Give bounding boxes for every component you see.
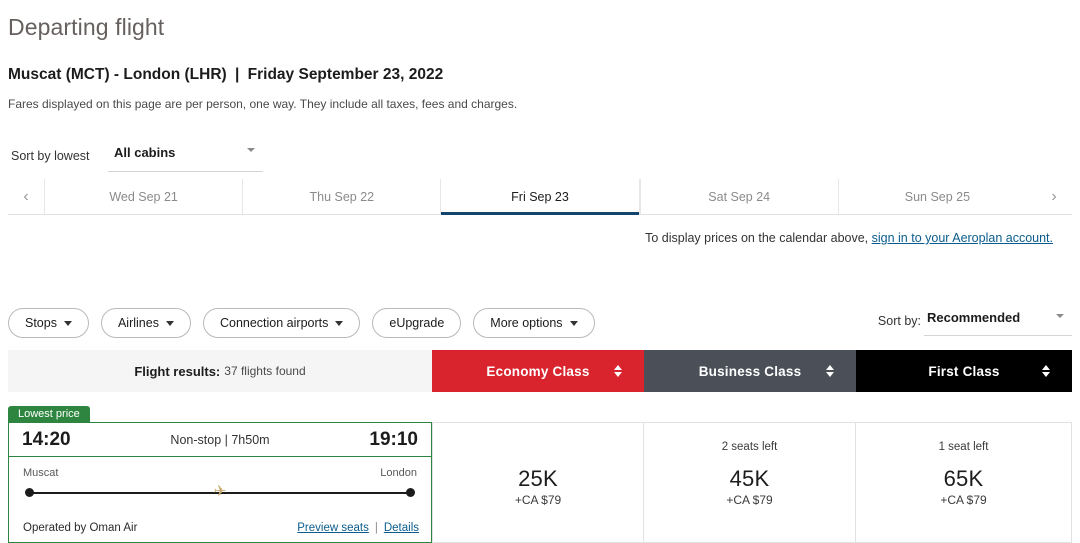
chevron-down-icon	[247, 148, 255, 152]
first-class-label: First Class	[928, 363, 1000, 379]
fare-cell-first[interactable]: 1 seat left 65K +CA $79	[856, 422, 1072, 543]
airplane-icon: ✈	[213, 483, 227, 500]
chevron-down-icon	[63, 320, 72, 326]
page-title: Departing flight	[8, 14, 165, 40]
sort-by-lowest-label: Sort by lowest	[11, 149, 90, 163]
column-header-first-class[interactable]: First Class	[856, 350, 1072, 392]
chevron-down-icon	[569, 320, 578, 326]
sort-by-value: Recommended	[927, 310, 1021, 325]
sort-arrows-icon[interactable]	[614, 365, 622, 377]
destination-city: London	[380, 467, 417, 479]
arrival-time: 19:10	[369, 428, 418, 450]
filter-connection-airports-label: Connection airports	[219, 316, 329, 330]
route-and-date: Muscat (MCT) - London (LHR) | Friday Sep…	[8, 66, 443, 84]
fare-cell-economy[interactable]: 25K +CA $79	[432, 422, 644, 543]
chevron-down-icon	[335, 320, 344, 326]
flight-result-row: Lowest price 14:20 Non-stop | 7h50m 19:1…	[8, 406, 1072, 543]
fares-disclaimer: Fares displayed on this page are per per…	[8, 97, 518, 111]
column-header-business-class[interactable]: Business Class	[644, 350, 856, 392]
filter-connection-airports-button[interactable]: Connection airports	[202, 308, 361, 338]
cabin-class-select[interactable]: All cabins	[108, 142, 263, 172]
date-tab-thu-sep-22[interactable]: Thu Sep 22	[242, 179, 440, 214]
cabin-class-value: All cabins	[114, 145, 176, 160]
sort-by-select[interactable]: Recommended	[924, 308, 1072, 336]
economy-cash: +CA $79	[514, 493, 562, 507]
economy-class-label: Economy Class	[486, 363, 590, 379]
filter-airlines-button[interactable]: Airlines	[100, 308, 191, 338]
date-tab-strip: ‹ Wed Sep 21 Thu Sep 22 Fri Sep 23 Sat S…	[8, 179, 1072, 215]
flight-results-count: 37 flights found	[224, 364, 306, 378]
flight-times-row: 14:20 Non-stop | 7h50m 19:10	[9, 423, 431, 457]
filter-stops-label: Stops	[25, 316, 57, 330]
link-separator: |	[374, 522, 378, 534]
first-points: 65K	[943, 466, 984, 491]
flight-card-links: Preview seats | Details	[297, 522, 419, 534]
business-points: 45K	[729, 466, 770, 491]
flight-card-wrapper: Lowest price 14:20 Non-stop | 7h50m 19:1…	[8, 406, 432, 543]
economy-points: 25K	[518, 466, 558, 491]
chevron-down-icon	[1056, 314, 1064, 318]
departing-flight-page: Departing flight Muscat (MCT) - London (…	[0, 0, 1080, 543]
destination-dot-icon	[406, 488, 415, 497]
filter-airlines-label: Airlines	[117, 316, 159, 330]
chevron-down-icon	[165, 320, 174, 326]
filter-more-options-label: More options	[490, 316, 563, 330]
flight-card[interactable]: 14:20 Non-stop | 7h50m 19:10 Muscat Lond…	[8, 422, 432, 543]
departure-time: 14:20	[22, 428, 71, 450]
operated-by-text: Operated by Oman Air	[23, 522, 138, 534]
business-cash: +CA $79	[726, 493, 773, 507]
preview-seats-link[interactable]: Preview seats	[297, 522, 369, 534]
lowest-price-badge: Lowest price	[8, 406, 90, 422]
date-tab-sat-sep-24[interactable]: Sat Sep 24	[639, 179, 838, 214]
filter-more-options-button[interactable]: More options	[473, 308, 595, 338]
first-cash: +CA $79	[940, 493, 987, 507]
business-seats-left: 2 seats left	[721, 441, 778, 453]
fare-cell-business[interactable]: 2 seats left 45K +CA $79	[644, 422, 856, 543]
stops-and-duration: Non-stop | 7h50m	[170, 432, 270, 447]
business-class-label: Business Class	[698, 363, 802, 379]
sort-arrows-icon[interactable]	[1042, 365, 1050, 377]
date-tab-wed-sep-21[interactable]: Wed Sep 21	[44, 179, 242, 214]
flight-results-label: Flight results:	[134, 363, 221, 379]
origin-dot-icon	[25, 488, 34, 497]
flight-results-summary: Flight results: 37 flights found	[8, 350, 432, 392]
signin-note: To display prices on the calendar above,…	[645, 231, 1053, 245]
origin-city: Muscat	[23, 467, 59, 479]
filter-pill-group: Stops Airlines Connection airports eUpgr…	[8, 308, 595, 338]
aeroplan-signin-link[interactable]: sign in to your Aeroplan account.	[872, 231, 1053, 245]
signin-note-text: To display prices on the calendar above,	[645, 231, 872, 245]
route-date-separator: |	[235, 66, 240, 83]
flight-route-body: Muscat London ✈ Operated by Oman Air Pre…	[9, 457, 431, 543]
sort-by-label: Sort by:	[877, 314, 921, 328]
filter-stops-button[interactable]: Stops	[8, 308, 89, 338]
details-link[interactable]: Details	[384, 522, 419, 534]
filter-eupgrade-button[interactable]: eUpgrade	[372, 308, 462, 338]
cabin-class-header-bar: Flight results: 37 flights found Economy…	[8, 350, 1072, 392]
prev-dates-arrow-icon[interactable]: ‹	[8, 179, 44, 214]
column-header-economy-class[interactable]: Economy Class	[432, 350, 644, 392]
next-dates-arrow-icon[interactable]: ›	[1036, 179, 1072, 214]
filter-eupgrade-label: eUpgrade	[389, 316, 445, 330]
sort-arrows-icon[interactable]	[826, 365, 834, 377]
first-seats-left: 1 seat left	[938, 441, 989, 453]
date-tab-sun-sep-25[interactable]: Sun Sep 25	[837, 179, 1036, 214]
flight-date-text: Friday September 23, 2022	[247, 66, 444, 83]
route-text: Muscat (MCT) - London (LHR)	[8, 66, 227, 83]
date-tab-fri-sep-23[interactable]: Fri Sep 23	[440, 179, 640, 215]
